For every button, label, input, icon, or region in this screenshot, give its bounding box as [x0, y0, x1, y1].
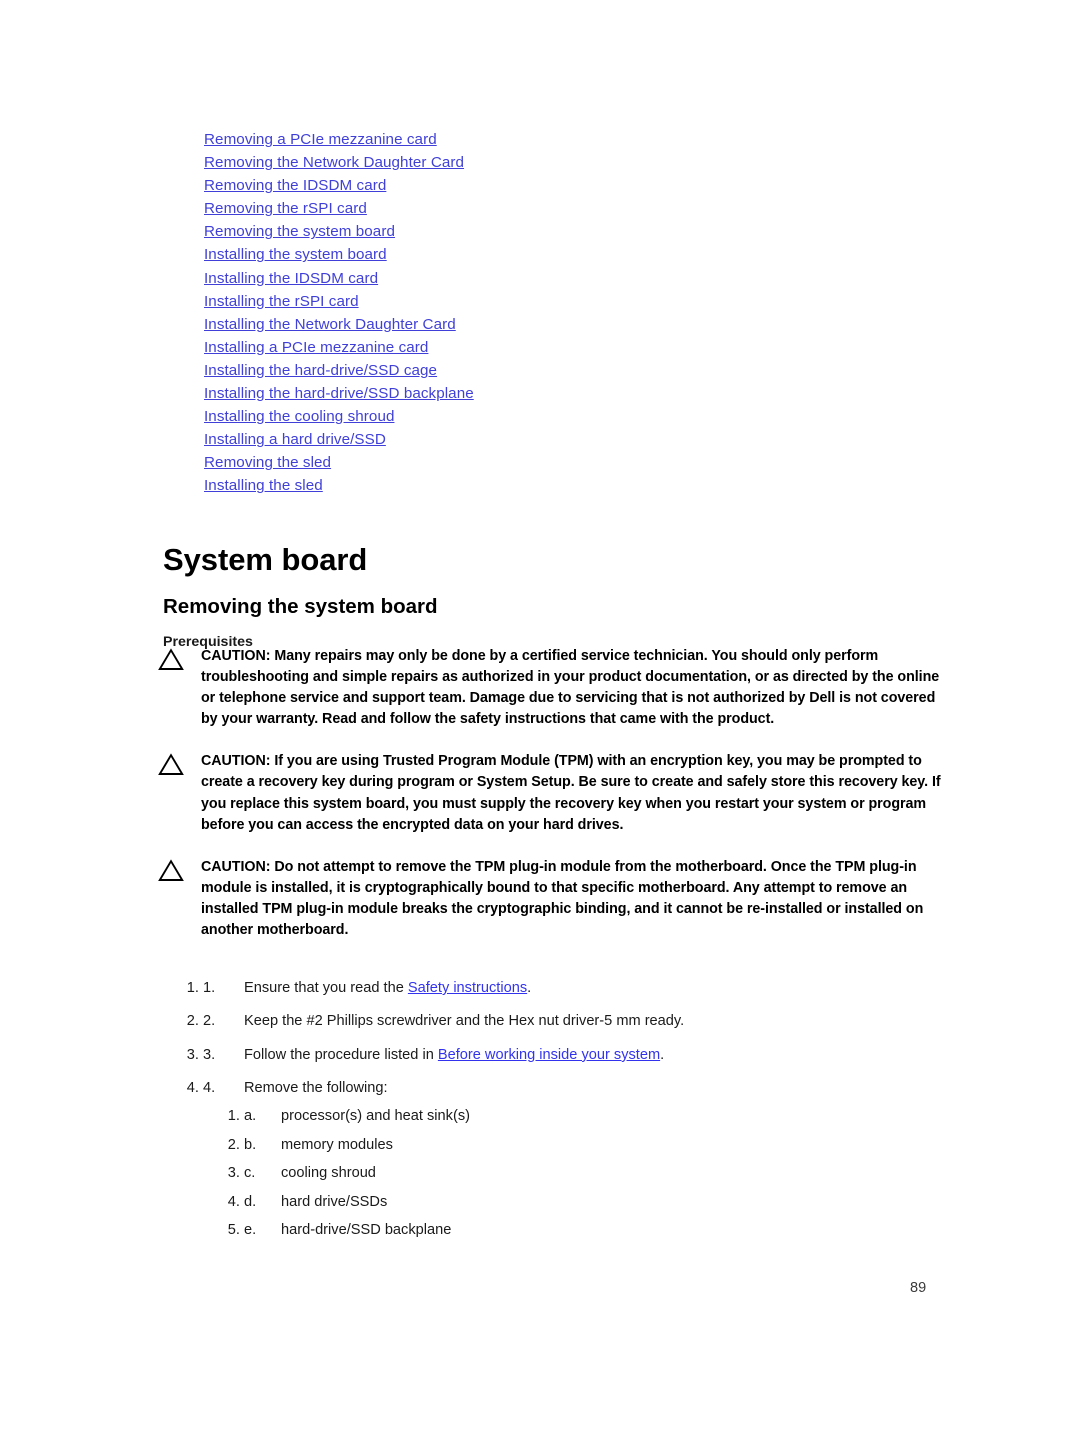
- procedure-step-text: Remove the following:: [244, 1080, 388, 1096]
- toc-link[interactable]: Installing the sled: [204, 474, 944, 497]
- document-page: Removing a PCIe mezzanine card Removing t…: [0, 0, 1080, 1434]
- component-list-item: d. hard drive/SSDs: [244, 1192, 944, 1212]
- topic-heading: Removing the system board: [163, 595, 438, 618]
- procedure-step: 4. Remove the following:: [203, 1078, 993, 1098]
- remove-components-sublist: a. processor(s) and heat sink(s) b. memory …: [204, 1106, 944, 1249]
- toc-link[interactable]: Installing the rSPI card: [204, 290, 944, 313]
- toc-link[interactable]: Removing the system board: [204, 220, 944, 243]
- component-list-item: e. hard-drive/SSD backplane: [244, 1220, 944, 1240]
- procedure-step-text-suffix: .: [527, 980, 532, 996]
- procedure-step-text-prefix: Remove the following:: [244, 1080, 388, 1097]
- toc-link[interactable]: Removing the Network Daughter Card: [204, 151, 944, 174]
- toc-link[interactable]: Removing the IDSDM card: [204, 174, 944, 197]
- procedure-step-marker: 3.: [203, 1046, 216, 1063]
- inline-link[interactable]: Before working inside your system: [438, 1047, 660, 1063]
- procedure-step-text: Follow the procedure listed in Before wo…: [244, 1047, 664, 1063]
- procedure-step-text-suffix: .: [660, 1046, 665, 1063]
- page-number: 89: [910, 1280, 927, 1296]
- table-of-contents-links: Removing a PCIe mezzanine card Removing t…: [204, 128, 944, 498]
- procedure-step: 1. Ensure that you read the Safety instru…: [203, 978, 993, 998]
- caution-text: CAUTION: Many repairs may only be done b…: [201, 648, 940, 728]
- warning-triangle-icon: [158, 859, 184, 882]
- procedure-step-text-prefix: Keep the #2 Phillips screwdriver and the…: [244, 1013, 685, 1030]
- component-list-label: processor(s) and heat sink(s): [281, 1108, 470, 1124]
- toc-link[interactable]: Removing the sled: [204, 451, 944, 474]
- procedure-step-text: Keep the #2 Phillips screwdriver and the…: [244, 1013, 684, 1029]
- procedure-step: 2. Keep the #2 Phillips screwdriver and t…: [203, 1011, 993, 1031]
- caution-block: CAUTION: If you are using Trusted Progra…: [158, 751, 948, 835]
- component-list-item: a. processor(s) and heat sink(s): [244, 1106, 944, 1126]
- procedure-step-text: Ensure that you read the Safety instruct…: [244, 980, 531, 996]
- toc-link[interactable]: Installing the cooling shroud: [204, 405, 944, 428]
- inline-link[interactable]: Safety instructions: [408, 980, 527, 996]
- procedure-step-marker: 4.: [203, 1080, 216, 1097]
- toc-link[interactable]: Installing the IDSDM card: [204, 267, 944, 290]
- component-list-label: hard drive/SSDs: [281, 1193, 388, 1210]
- toc-link[interactable]: Removing the rSPI card: [204, 197, 944, 220]
- procedure-step-marker: 1.: [203, 980, 216, 996]
- caution-text: CAUTION: Do not attempt to remove the TP…: [201, 858, 924, 939]
- toc-link[interactable]: Installing the hard-drive/SSD backplane: [204, 382, 944, 405]
- procedure-step-text-prefix: Ensure that you read the: [244, 980, 408, 996]
- toc-link[interactable]: Installing a PCIe mezzanine card: [204, 336, 944, 359]
- procedure-step-marker: 2.: [203, 1013, 216, 1030]
- component-list-label: hard-drive/SSD backplane: [281, 1222, 452, 1239]
- warning-triangle-icon: [158, 753, 184, 776]
- toc-link[interactable]: Installing the Network Daughter Card: [204, 313, 944, 336]
- warning-triangle-icon: [158, 648, 184, 671]
- procedure-step: 3. Follow the procedure listed in Before …: [203, 1045, 993, 1065]
- toc-link[interactable]: Installing the hard-drive/SSD cage: [204, 359, 944, 382]
- component-list-item: c. cooling shroud: [244, 1163, 944, 1183]
- toc-link[interactable]: Installing the system board: [204, 243, 944, 266]
- component-list-marker: c.: [244, 1165, 256, 1182]
- component-list-item: b. memory modules: [244, 1135, 944, 1155]
- procedure-step-text-prefix: Follow the procedure listed in: [244, 1046, 438, 1063]
- caution-text: CAUTION: If you are using Trusted Progra…: [201, 753, 941, 833]
- component-list-marker: b.: [244, 1136, 257, 1153]
- component-list-marker: a.: [244, 1108, 257, 1124]
- component-list-marker: d.: [244, 1193, 257, 1210]
- toc-link[interactable]: Removing a PCIe mezzanine card: [204, 128, 944, 151]
- caution-block-group: CAUTION: Many repairs may only be done b…: [158, 646, 948, 941]
- caution-block: CAUTION: Many repairs may only be done b…: [158, 646, 948, 730]
- caution-block: CAUTION: Do not attempt to remove the TP…: [158, 857, 948, 941]
- component-list-marker: e.: [244, 1222, 257, 1239]
- component-list-label: memory modules: [281, 1136, 393, 1153]
- page-title: System board: [163, 541, 368, 577]
- component-list-label: cooling shroud: [281, 1165, 376, 1182]
- toc-link[interactable]: Installing a hard drive/SSD: [204, 428, 944, 451]
- procedure-step-list: 1. Ensure that you read the Safety instru…: [163, 978, 993, 1112]
